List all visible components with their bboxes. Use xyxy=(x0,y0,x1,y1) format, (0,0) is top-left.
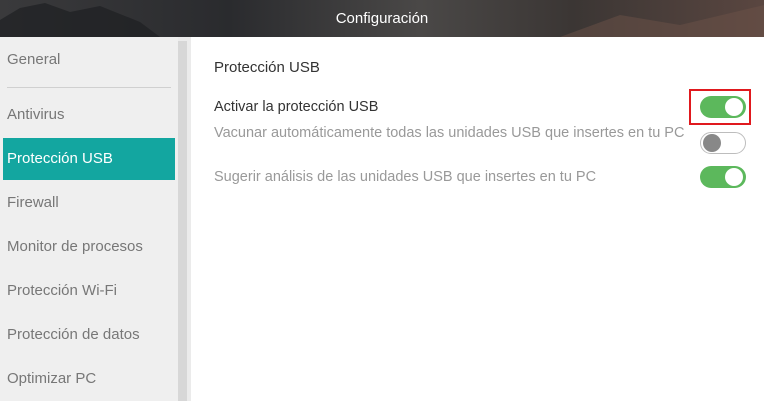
sidebar-item-general[interactable]: General xyxy=(0,39,175,81)
toggle-knob xyxy=(703,134,721,152)
sidebar-item-proteccion-usb[interactable]: Protección USB xyxy=(3,138,175,180)
toggle-sugerir-analisis[interactable] xyxy=(700,166,746,188)
toggle-knob xyxy=(725,168,743,186)
title-bar: Configuración xyxy=(0,0,764,37)
sidebar-nav: General Antivirus Protección USB Firewal… xyxy=(0,37,178,401)
toggle-vacunar-usb[interactable] xyxy=(700,132,746,154)
highlight-box xyxy=(689,89,751,125)
section-title: Protección USB xyxy=(214,59,320,76)
sidebar-divider xyxy=(7,87,171,88)
setting-label-activar-usb: Activar la protección USB xyxy=(214,99,379,115)
sidebar-item-antivirus[interactable]: Antivirus xyxy=(0,94,175,136)
setting-label-vacunar-usb: Vacunar automáticamente todas las unidad… xyxy=(214,125,685,141)
scrollbar-track[interactable] xyxy=(178,41,187,401)
sidebar-item-optimizar-pc[interactable]: Optimizar PC xyxy=(0,358,175,400)
sidebar-item-proteccion-de-datos[interactable]: Protección de datos xyxy=(0,314,175,356)
sidebar-scrollbar[interactable] xyxy=(178,37,191,401)
window-title: Configuración xyxy=(335,10,429,27)
sidebar-item-monitor-de-procesos[interactable]: Monitor de procesos xyxy=(0,226,175,268)
settings-panel xyxy=(191,37,764,401)
sidebar-item-firewall[interactable]: Firewall xyxy=(0,182,175,224)
sidebar-item-proteccion-wifi[interactable]: Protección Wi-Fi xyxy=(0,270,175,312)
setting-label-sugerir-analisis: Sugerir análisis de las unidades USB que… xyxy=(214,169,597,185)
